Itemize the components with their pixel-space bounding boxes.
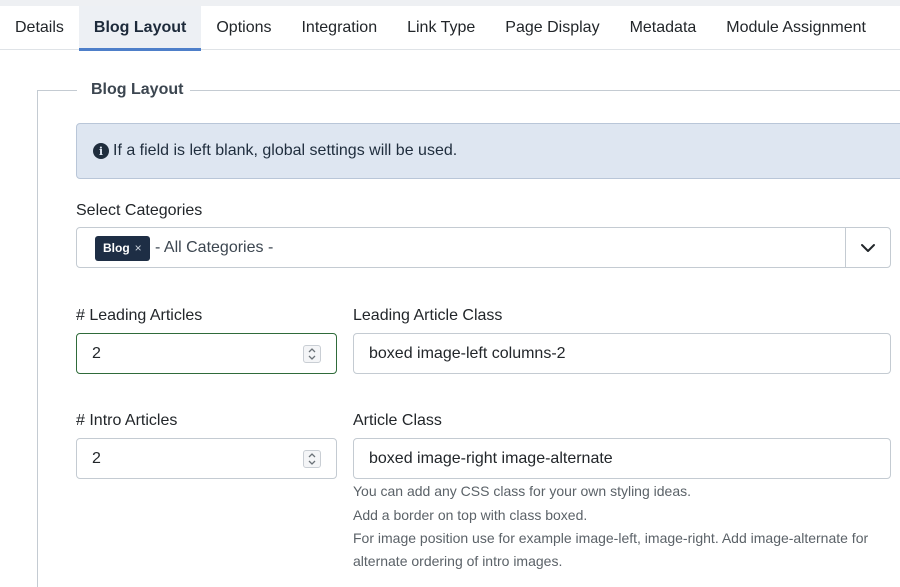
article-class-label: Article Class [353, 412, 442, 429]
spinner-icon[interactable] [303, 345, 321, 363]
tab-bar: Details Blog Layout Options Integration … [0, 6, 900, 51]
intro-articles-label: # Intro Articles [76, 412, 178, 429]
leading-article-class-label: Leading Article Class [353, 307, 503, 324]
tab-integration[interactable]: Integration [286, 6, 392, 50]
fieldset-border-left [37, 90, 38, 587]
leading-articles-label: # Leading Articles [76, 307, 203, 324]
intro-articles-input[interactable]: 2 [76, 438, 337, 479]
category-chip-label: Blog [103, 241, 130, 255]
intro-articles-value: 2 [92, 450, 101, 467]
tab-blog-layout[interactable]: Blog Layout [78, 6, 202, 51]
article-class-input[interactable]: boxed image-right image-alternate [353, 438, 891, 479]
tab-page-display[interactable]: Page Display [490, 6, 614, 50]
help-text-line: You can add any CSS class for your own s… [353, 483, 692, 499]
leading-article-class-input[interactable]: boxed image-left columns-2 [353, 333, 891, 374]
info-alert: i If a field is left blank, global setti… [76, 123, 900, 179]
help-text-line: Add a border on top with class boxed. [353, 507, 588, 523]
tab-link-type[interactable]: Link Type [392, 6, 490, 50]
help-text-line: For image position use for example image… [353, 530, 869, 546]
tab-options[interactable]: Options [201, 6, 286, 50]
leading-articles-value: 2 [92, 345, 101, 362]
leading-article-class-value: boxed image-left columns-2 [369, 345, 566, 362]
info-circle-icon: i [93, 143, 109, 159]
article-class-value: boxed image-right image-alternate [369, 450, 613, 467]
help-text-line: alternate ordering of intro images. [353, 553, 563, 569]
tab-module-assignment[interactable]: Module Assignment [711, 6, 881, 50]
categories-placeholder: - All Categories - [155, 239, 274, 256]
chip-remove-icon[interactable]: × [135, 241, 142, 255]
alert-text: If a field is left blank, global setting… [113, 142, 458, 159]
tab-details[interactable]: Details [0, 6, 79, 50]
fieldset-legend: Blog Layout [91, 81, 184, 98]
tab-metadata[interactable]: Metadata [615, 6, 712, 50]
leading-articles-input[interactable]: 2 [76, 333, 337, 374]
categories-select[interactable]: Blog × - All Categories - [76, 227, 891, 268]
select-categories-label: Select Categories [76, 202, 203, 219]
fieldset-border-top-right [190, 90, 900, 91]
chevron-down-icon[interactable] [845, 228, 890, 267]
fieldset-border-top-left [37, 90, 77, 91]
spinner-icon[interactable] [303, 450, 321, 468]
category-chip: Blog × [95, 236, 150, 261]
